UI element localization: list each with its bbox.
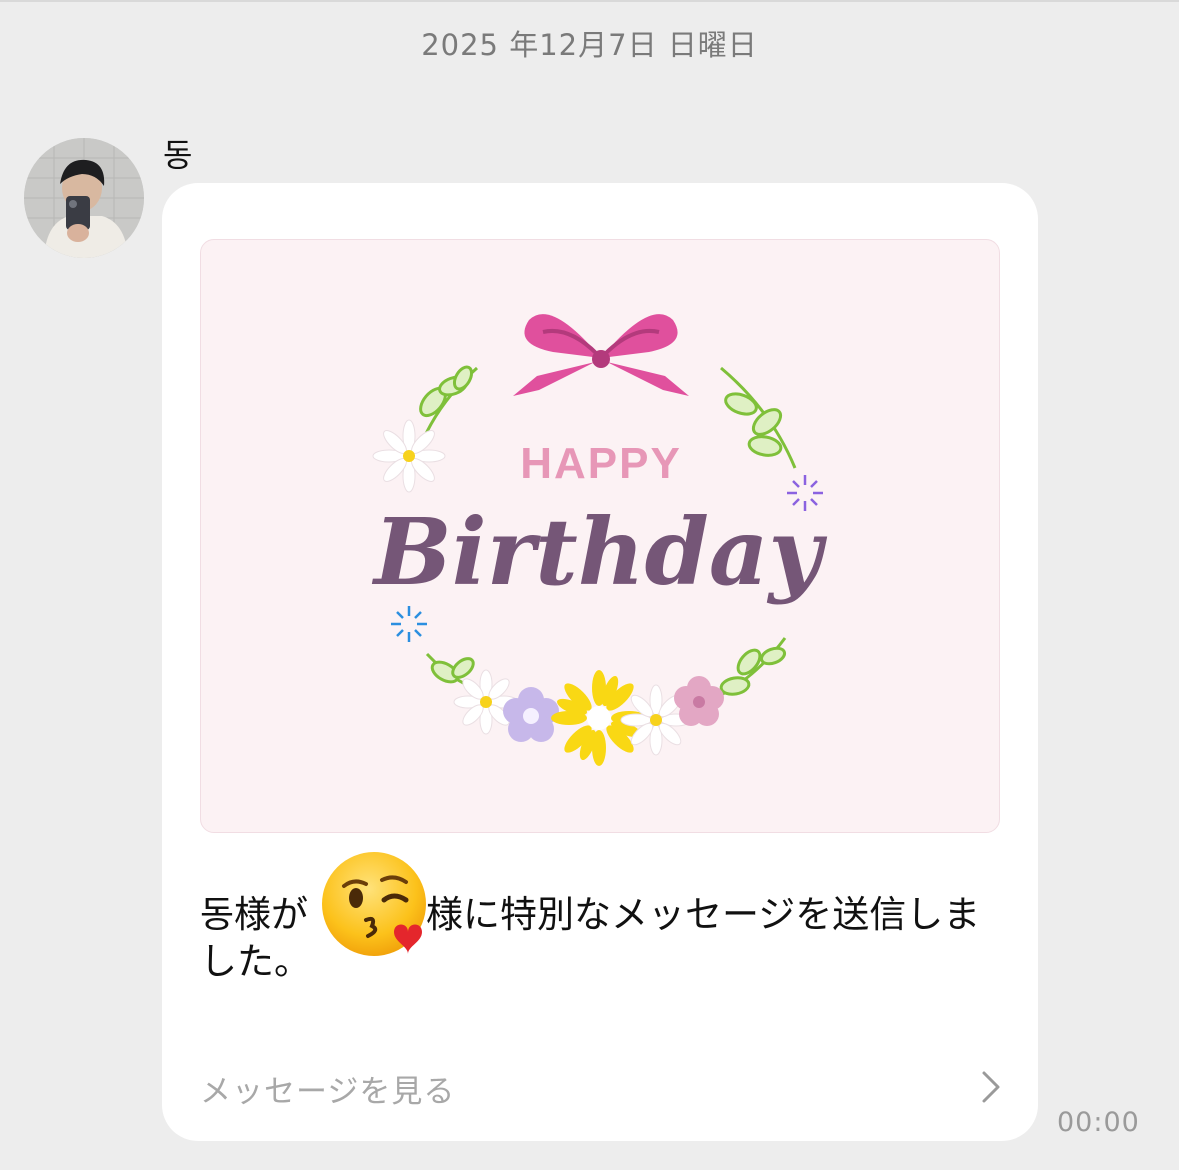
message-timestamp: 00:00 — [1057, 1107, 1140, 1138]
top-divider — [0, 0, 1179, 2]
leaf-branch-left-icon — [419, 365, 478, 441]
leaf-branch-bottom-right-icon — [718, 637, 787, 698]
sender-avatar[interactable] — [24, 138, 144, 258]
chevron-right-icon[interactable] — [980, 1069, 1002, 1105]
daisy-flower-icon — [372, 419, 446, 493]
purple-flower-icon — [503, 687, 559, 742]
face-blowing-kiss-icon — [322, 852, 426, 956]
pink-flower-icon — [674, 676, 724, 726]
message-text-part1: 동様が — [200, 893, 309, 936]
ribbon-bow-icon — [513, 314, 689, 396]
card-birthday-text: Birthday — [371, 498, 828, 606]
birthday-illustration: HAPPY Birthday — [371, 314, 828, 766]
message-bubble[interactable]: HAPPY Birthday 동様が 様に特別なメッセージを送信しました。 メッ… — [162, 183, 1038, 1141]
view-message-link[interactable]: メッセージを見る — [200, 1066, 455, 1111]
avatar-photo-icon — [24, 138, 144, 258]
date-header: 2025 年12月7日 日曜日 — [421, 28, 758, 62]
leaf-branch-right-icon — [720, 366, 797, 469]
sparkle-blue-icon — [391, 606, 427, 642]
sender-name: 동 — [163, 136, 193, 174]
card-happy-text: HAPPY — [520, 439, 682, 488]
birthday-card[interactable]: HAPPY Birthday — [200, 239, 1000, 833]
